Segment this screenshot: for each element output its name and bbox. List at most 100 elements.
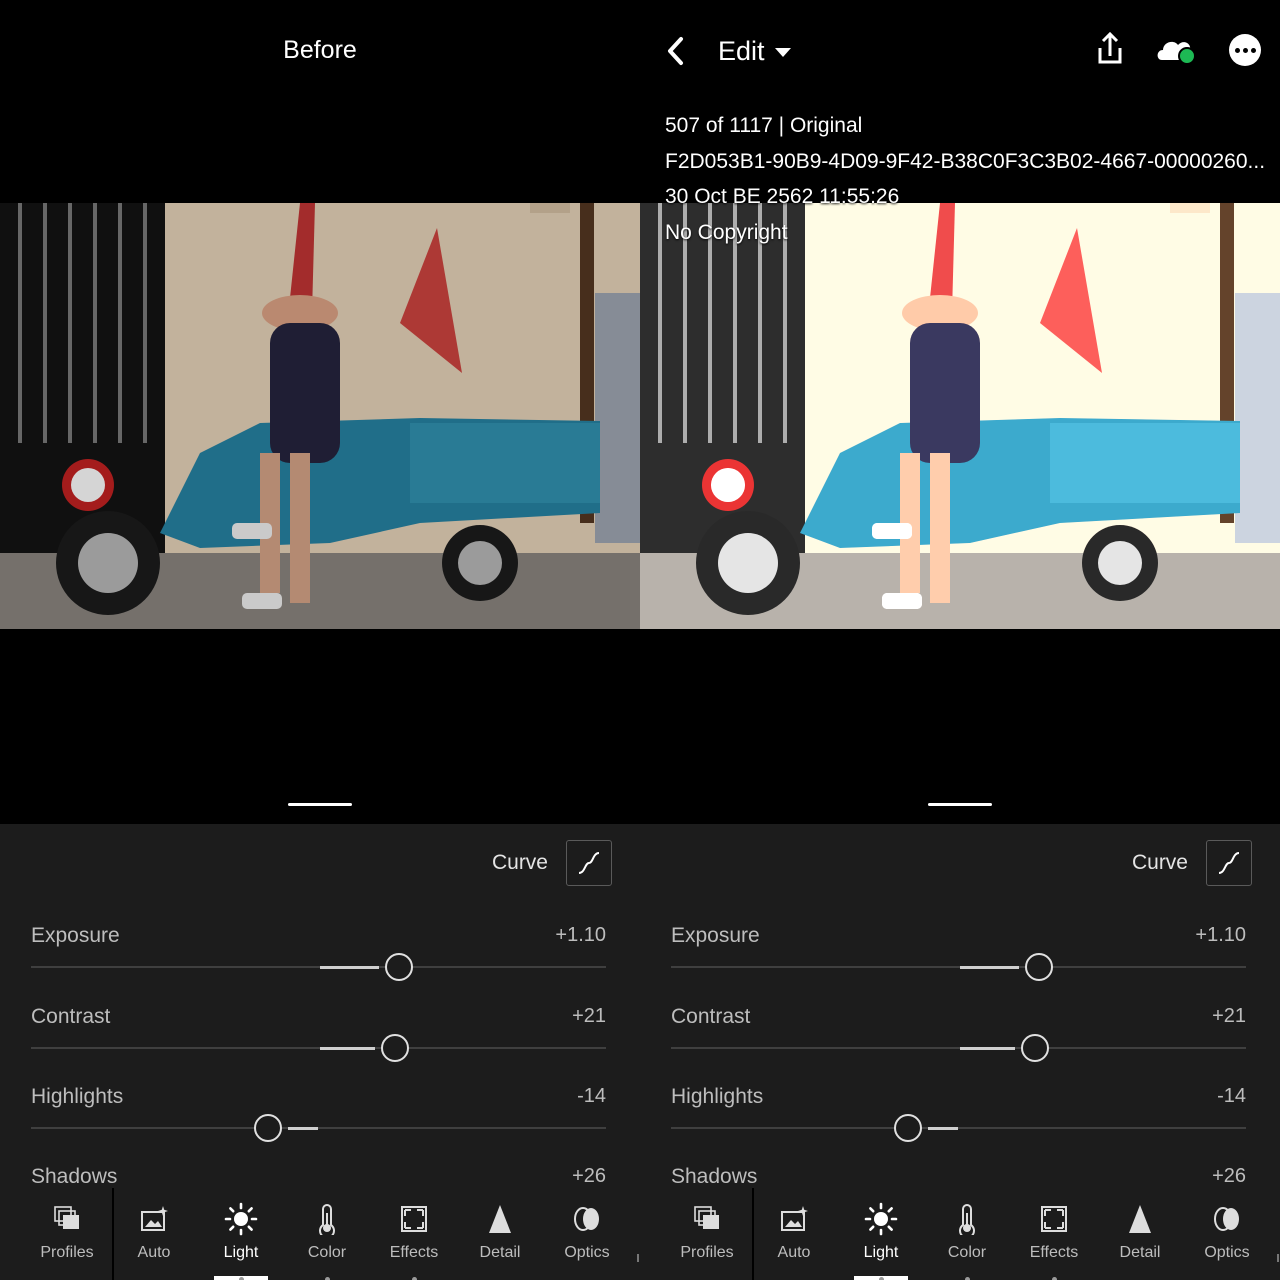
slider-thumb[interactable] (894, 1114, 922, 1142)
slider-value[interactable]: +21 (572, 1005, 606, 1028)
slider-fill (960, 1047, 1015, 1050)
nav-item-profiles[interactable]: Profiles (667, 1202, 747, 1262)
slider-thumb[interactable] (381, 1034, 409, 1062)
photo-copyright: No Copyright (665, 220, 788, 244)
slider-fill (960, 966, 1019, 969)
nav-item-color[interactable]: Color (287, 1202, 367, 1262)
auto-icon (754, 1202, 834, 1236)
nav-item-optics[interactable]: Optics (1187, 1202, 1267, 1262)
sheet-handle[interactable] (928, 803, 992, 806)
slider-label: Shadows (31, 1165, 118, 1188)
edited-photo (640, 203, 1280, 629)
bottom-nav: Profiles Auto Light Color Effects Detail Optic… (0, 1188, 640, 1280)
nav-item-auto[interactable]: Auto (114, 1202, 194, 1262)
auto-icon (114, 1202, 194, 1236)
slider-label: Exposure (31, 924, 120, 947)
nav-item-label: Light (223, 1244, 259, 1261)
slider-track[interactable] (671, 1127, 1246, 1129)
curve-button[interactable] (1206, 840, 1252, 886)
edit-menu[interactable]: Edit (718, 34, 791, 68)
slider-value[interactable]: +21 (1212, 1005, 1246, 1028)
nav-item-color[interactable]: Color (927, 1202, 1007, 1262)
slider-fill (320, 1047, 375, 1050)
curve-label: Curve (1131, 851, 1188, 874)
caret-down-icon (774, 48, 791, 57)
nav-item-light[interactable]: Light (201, 1202, 281, 1262)
slider-value[interactable]: +1.10 (555, 924, 606, 947)
more-button[interactable] (1229, 34, 1261, 66)
curve-button[interactable] (566, 840, 612, 886)
share-button[interactable] (1092, 30, 1128, 70)
slider-label: Shadows (671, 1165, 758, 1188)
nav-item-detail[interactable]: Detail (460, 1202, 540, 1262)
color-icon (287, 1202, 367, 1236)
profiles-icon (667, 1202, 747, 1236)
cloud-sync-icon (1157, 41, 1196, 65)
slider-contrast[interactable]: Contrast +21 (31, 1005, 606, 1065)
nav-item-label: Optics (564, 1244, 610, 1261)
slider-value[interactable]: +26 (572, 1165, 606, 1188)
slider-track[interactable] (31, 1047, 606, 1049)
optics-icon (1187, 1202, 1267, 1236)
slider-exposure[interactable]: Exposure +1.10 (671, 924, 1246, 984)
light-icon (841, 1202, 921, 1236)
effects-icon (374, 1202, 454, 1236)
slider-highlights[interactable]: Highlights -14 (31, 1085, 606, 1145)
slider-thumb[interactable] (385, 953, 413, 981)
nav-item-label: Detail (479, 1244, 521, 1261)
curve-row: Curve (1132, 840, 1252, 886)
slider-value[interactable]: +1.10 (1195, 924, 1246, 947)
nav-item-label: Profiles (680, 1244, 734, 1261)
chevron-left-icon (668, 37, 683, 65)
slider-exposure[interactable]: Exposure +1.10 (31, 924, 606, 984)
nav-item-detail[interactable]: Detail (1100, 1202, 1180, 1262)
slider-thumb[interactable] (1021, 1034, 1049, 1062)
curve-icon (578, 852, 600, 874)
slider-track[interactable] (31, 966, 606, 968)
slider-fill (288, 1127, 318, 1130)
photo-date: 30 Oct BE 2562 11:55:26 (665, 185, 900, 208)
profiles-icon (27, 1202, 107, 1236)
sync-status-dot (1178, 47, 1196, 65)
slider-label: Highlights (671, 1085, 764, 1108)
slider-highlights[interactable]: Highlights -14 (671, 1085, 1246, 1145)
slider-value[interactable]: -14 (1217, 1085, 1246, 1108)
photo-filename: F2D053B1-90B9-4D09-9F42-B38C0F3C3B02-466… (665, 149, 1266, 173)
slider-value[interactable]: +26 (1212, 1165, 1246, 1188)
before-title: Before (283, 36, 357, 64)
nav-item-effects[interactable]: Effects (374, 1202, 454, 1262)
nav-item-auto[interactable]: Auto (754, 1202, 834, 1262)
curve-icon (1218, 852, 1240, 874)
detail-icon (460, 1202, 540, 1236)
detail-icon (1100, 1202, 1180, 1236)
nav-item-optics[interactable]: Optics (547, 1202, 627, 1262)
slider-track[interactable] (671, 966, 1246, 968)
slider-contrast[interactable]: Contrast +21 (671, 1005, 1246, 1065)
cloud-sync-button[interactable] (1154, 32, 1200, 68)
nav-item-light[interactable]: Light (841, 1202, 921, 1262)
nav-item-label: Detail (1119, 1244, 1161, 1261)
slider-track[interactable] (671, 1047, 1246, 1049)
nav-scroll-hint (637, 1254, 639, 1262)
share-icon (1098, 31, 1122, 64)
adjust-panel: Curve Exposure +1.10 Contrast +21 Highlights… (640, 824, 1280, 1222)
slider-label: Exposure (671, 924, 760, 947)
nav-item-label: Light (863, 1244, 899, 1261)
slider-fill (928, 1127, 958, 1130)
sheet-handle[interactable] (288, 803, 352, 806)
nav-item-label: Optics (1204, 1244, 1250, 1261)
more-icon (1234, 47, 1240, 53)
adjust-panel: Curve Exposure +1.10 Contrast +21 Highlights… (0, 824, 640, 1222)
nav-item-profiles[interactable]: Profiles (27, 1202, 107, 1262)
light-icon (201, 1202, 281, 1236)
slider-thumb[interactable] (254, 1114, 282, 1142)
slider-thumb[interactable] (1025, 953, 1053, 981)
slider-value[interactable]: -14 (577, 1085, 606, 1108)
slider-track[interactable] (31, 1127, 606, 1129)
nav-scroll-hint (1277, 1254, 1279, 1262)
nav-item-effects[interactable]: Effects (1014, 1202, 1094, 1262)
slider-fill (320, 966, 379, 969)
slider-label: Contrast (671, 1005, 751, 1028)
back-button[interactable] (660, 34, 690, 68)
photo-position: 507 of 1117 | Original (665, 114, 863, 137)
